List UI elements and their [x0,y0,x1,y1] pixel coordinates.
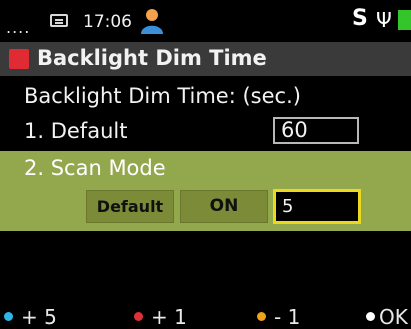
title-bar: Backlight Dim Time [0,42,411,76]
orange-dot-icon [257,312,266,321]
softkey-plus-5[interactable]: + 5 [4,305,57,329]
softkey-ok[interactable]: OK [366,305,408,329]
softkey-plus-1[interactable]: + 1 [134,305,187,329]
white-dot-icon [366,312,375,321]
scan-mode-value-field[interactable]: 5 [273,189,361,224]
scan-option-on[interactable]: ON [180,190,268,223]
status-dots: .... [6,18,31,37]
setting-subtitle: Backlight Dim Time: (sec.) [24,84,301,108]
scan-option-default[interactable]: Default [86,190,174,223]
user-icon [141,9,163,34]
scan-mode-item[interactable]: 2. Scan Mode Default ON 5 [0,151,411,231]
device-screen: .... 17:06 S Ψ Backlight Dim Time Backli… [0,0,411,329]
softkey-plus-1-label: + 1 [151,305,187,329]
menu-square-icon [9,49,29,69]
softkey-ok-label: OK [379,305,408,329]
red-dot-icon [134,312,143,321]
usb-icon: Ψ [376,8,392,32]
blue-dot-icon [4,312,13,321]
softkey-plus-5-label: + 5 [21,305,57,329]
page-title: Backlight Dim Time [37,46,267,70]
softkey-minus-1[interactable]: - 1 [257,305,300,329]
scan-mode-label: 2. Scan Mode [24,156,166,180]
softkey-minus-1-label: - 1 [274,305,301,329]
default-item-label[interactable]: 1. Default [24,119,127,143]
default-value-field[interactable]: 60 [273,117,359,144]
status-bar: .... 17:06 S Ψ [0,0,411,42]
s-status-icon: S [352,6,368,31]
battery-icon [398,10,411,30]
status-time: 17:06 [83,12,132,32]
softkey-bar: + 5 + 1 - 1 OK [0,299,411,329]
message-icon [50,14,68,27]
